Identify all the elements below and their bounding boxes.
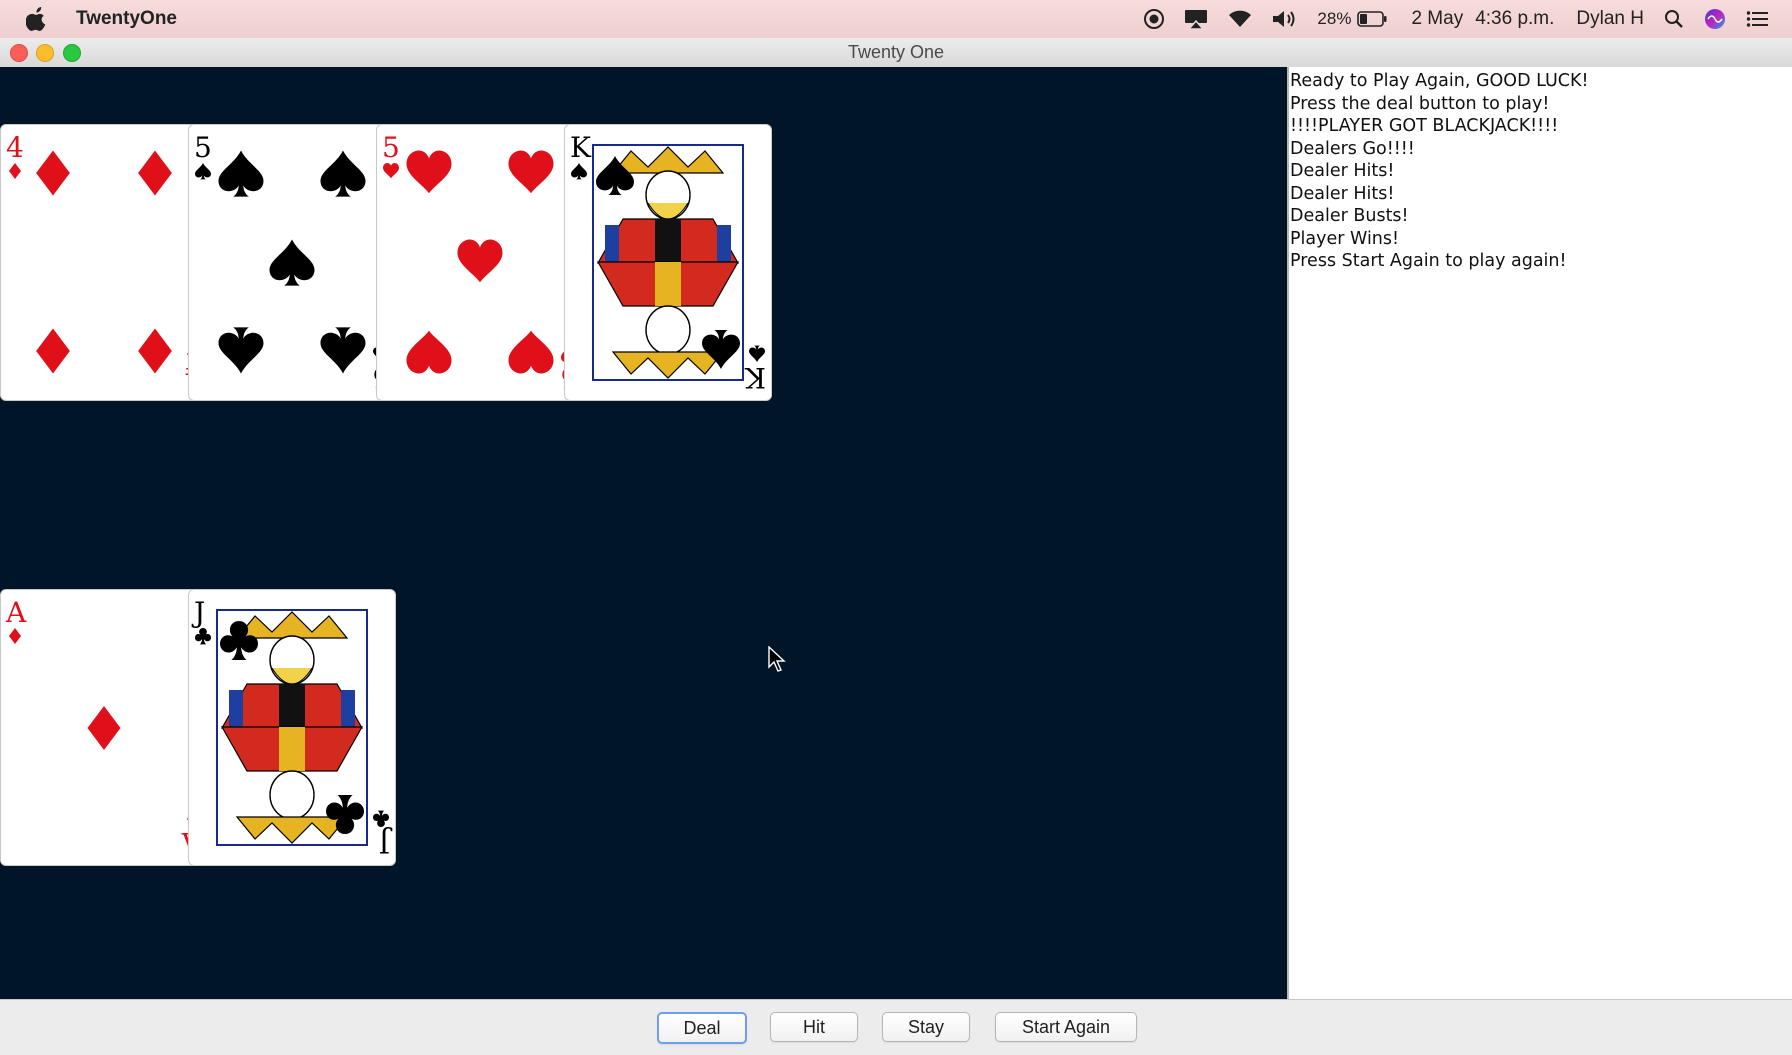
- card-table: 445555KK AAJJ: [0, 67, 1287, 999]
- hearts-pip-icon: [508, 330, 554, 374]
- card-rank-label: 5: [382, 131, 400, 164]
- corner-suit-icon: [9, 163, 21, 179]
- corner-suit-icon: [195, 163, 211, 180]
- hit-button[interactable]: Hit: [770, 1012, 858, 1042]
- wifi-icon[interactable]: [1227, 9, 1253, 29]
- card-rank-label: J: [379, 826, 393, 859]
- playing-card-5-of-spades: 55: [188, 124, 396, 401]
- card-rank-label: J: [191, 596, 205, 629]
- corner-suit-icon: [749, 345, 765, 362]
- log-line: Press Start Again to play again!: [1290, 251, 1567, 271]
- diamonds-pip-icon: [36, 150, 70, 196]
- date[interactable]: 2 May: [1411, 8, 1463, 30]
- menu-bar: TwentyOne 28% 2 May 4:36 p.m. Dylan H: [0, 0, 1792, 38]
- playing-card-J-of-clubs: JJ: [188, 589, 396, 866]
- corner-suit-icon: [9, 628, 21, 644]
- hearts-pip-icon: [406, 150, 452, 194]
- hearts-pip-icon: [508, 150, 554, 194]
- airplay-icon[interactable]: [1183, 8, 1209, 30]
- spades-pip-icon: [218, 327, 264, 374]
- spades-pip-icon: [320, 327, 366, 374]
- log-line: Dealers Go!!!!: [1290, 138, 1415, 159]
- game-log-text: Ready to Play Again, GOOD LUCK! Press the…: [1289, 67, 1792, 273]
- corner-suit-icon: [373, 810, 389, 827]
- corner-suit-icon: [195, 628, 211, 645]
- playing-card-4-of-diamonds: 44: [0, 124, 208, 401]
- log-line: !!!!PLAYER GOT BLACKJACK!!!!: [1290, 116, 1559, 136]
- screen-record-icon[interactable]: [1143, 8, 1165, 30]
- diamonds-pip-icon: [138, 150, 172, 196]
- log-line: Dealer Busts!: [1290, 206, 1409, 226]
- diamonds-pip-icon: [36, 328, 70, 374]
- game-log-panel[interactable]: Ready to Play Again, GOOD LUCK! Press the…: [1287, 67, 1792, 999]
- clock[interactable]: 4:36 p.m.: [1475, 8, 1554, 30]
- card-rank-label: K: [744, 361, 766, 394]
- stay-button[interactable]: Stay: [882, 1012, 970, 1042]
- deal-button[interactable]: Deal: [657, 1012, 747, 1044]
- user-name[interactable]: Dylan H: [1576, 8, 1644, 30]
- hearts-pip-icon: [406, 330, 452, 374]
- log-line: Player Wins!: [1290, 228, 1400, 249]
- corner-suit-icon: [383, 163, 399, 179]
- card-rank-label: K: [570, 131, 592, 164]
- spotlight-search-icon[interactable]: [1664, 9, 1684, 29]
- volume-icon[interactable]: [1271, 9, 1299, 29]
- corner-suit-icon: [571, 163, 587, 180]
- window-title-bar: Twenty One: [0, 38, 1792, 68]
- window-title: Twenty One: [847, 42, 945, 62]
- log-line: Dealer Hits!: [1290, 161, 1395, 181]
- spades-pip-icon: [269, 239, 315, 286]
- status-area: 28% 2 May 4:36 p.m. Dylan H: [1125, 8, 1768, 30]
- hearts-pip-icon: [457, 239, 503, 283]
- card-rank-label: 4: [6, 131, 24, 164]
- log-line: Press the deal button to play!: [1290, 93, 1550, 114]
- spades-pip-icon: [320, 150, 366, 197]
- apple-icon[interactable]: [26, 7, 48, 31]
- playing-card-A-of-diamonds: AA: [0, 589, 208, 866]
- siri-icon[interactable]: [1704, 8, 1726, 30]
- notification-center-icon[interactable]: [1746, 10, 1768, 28]
- diamonds-pip-icon: [87, 706, 121, 750]
- playing-card-5-of-hearts: 55: [376, 124, 584, 401]
- mouse-cursor-icon: [768, 646, 786, 672]
- playing-card-K-of-spades: KK: [564, 124, 772, 401]
- diamonds-pip-icon: [138, 328, 172, 374]
- spades-pip-icon: [218, 150, 264, 197]
- battery-icon[interactable]: [1357, 11, 1387, 27]
- card-rank-label: A: [5, 596, 27, 629]
- battery-percent[interactable]: 28%: [1317, 9, 1351, 29]
- log-line: Dealer Hits!: [1290, 183, 1395, 204]
- log-line: Ready to Play Again, GOOD LUCK!: [1290, 71, 1589, 91]
- app-name-menu[interactable]: TwentyOne: [76, 8, 177, 30]
- control-button-bar: Deal Hit Stay Start Again: [0, 999, 1792, 1055]
- card-rank-label: 5: [194, 131, 212, 164]
- start-again-button[interactable]: Start Again: [995, 1012, 1137, 1042]
